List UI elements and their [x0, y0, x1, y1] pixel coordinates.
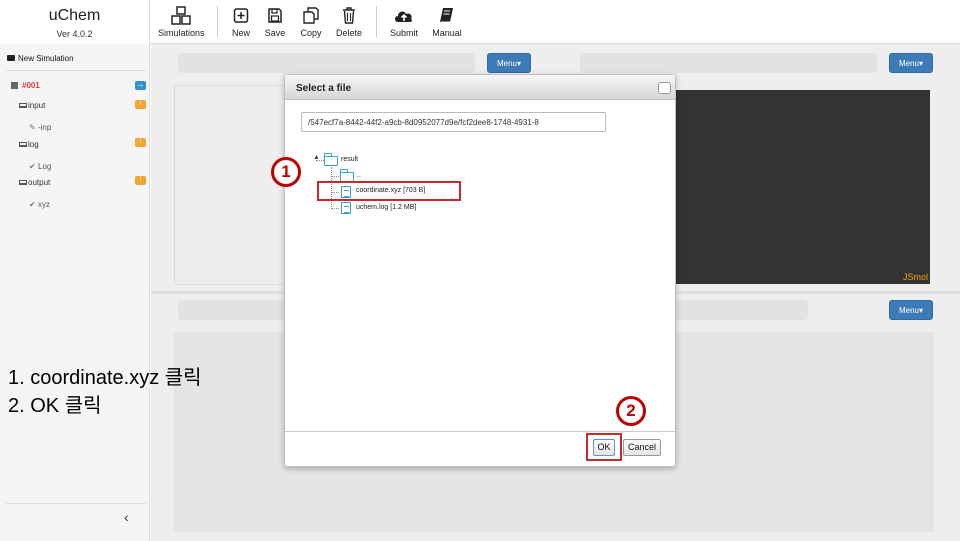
delete-label: Delete — [335, 28, 362, 38]
new-simulation-link[interactable]: New Simulation — [7, 54, 74, 63]
file-icon — [341, 202, 351, 214]
output-label: output — [28, 178, 51, 187]
toolbar: Simulations New Save Copy Delete Submit … — [150, 0, 960, 44]
step2-marker: 2 — [616, 396, 646, 426]
folder-icon — [7, 55, 15, 61]
tree-connector — [331, 176, 339, 177]
laptop-icon — [19, 180, 27, 185]
editor-pane — [174, 85, 286, 285]
save-label: Save — [264, 28, 286, 38]
simulation-id: #001 — [22, 81, 40, 90]
copy-icon — [303, 7, 319, 24]
delete-button[interactable]: Delete — [335, 6, 363, 38]
sidebar-item-output[interactable]: output — [19, 178, 50, 187]
tree-subfolder[interactable]: .. — [357, 172, 361, 179]
simulations-label: Simulations — [158, 28, 205, 38]
tree-connector — [316, 160, 324, 161]
copy-button[interactable]: Copy — [298, 6, 324, 38]
file-tree: ▲ result .. coordinate.xyz [703 B] uchem… — [285, 145, 675, 345]
new-simulation-label: New Simulation — [18, 54, 74, 63]
open-simulation-badge[interactable]: → — [135, 81, 146, 90]
step1-marker: 1 — [271, 157, 301, 187]
sidebar-item-input[interactable]: input — [19, 101, 45, 110]
check-icon: ✔ — [29, 162, 36, 171]
laptop-icon — [19, 103, 27, 108]
top-left-menu-button[interactable]: Menu▾ — [487, 53, 531, 73]
output-warning-badge: ! — [135, 176, 146, 185]
sidebar: New Simulation #001 → input ! ✎ -inp log… — [0, 44, 150, 541]
bottom-menu-button[interactable]: Menu▾ — [889, 300, 933, 320]
highlight-ok-button — [586, 433, 622, 461]
floppy-icon — [268, 8, 282, 23]
sidebar-item-log[interactable]: log — [19, 140, 39, 149]
cubes-icon — [171, 6, 191, 25]
trash-icon — [343, 7, 355, 24]
cloud-upload-icon — [395, 11, 413, 22]
brand: uChem Ver 4.0.2 — [0, 0, 150, 44]
sidebar-bottom-divider — [6, 503, 146, 504]
dialog-footer-divider — [285, 431, 675, 432]
sidebar-divider — [6, 70, 146, 71]
jsmol-label: JSmol — [902, 272, 928, 282]
toolbar-separator — [376, 6, 377, 38]
input-file-label: -inp — [37, 123, 52, 132]
top-right-pane-header — [580, 53, 877, 73]
tree-root-folder[interactable]: result — [341, 156, 358, 163]
instruction-step2: 2. OK 클릭 — [8, 395, 102, 417]
sidebar-item-input-file[interactable]: ✎ -inp — [29, 123, 51, 132]
folder-icon — [324, 153, 338, 166]
log-file-label: Log — [37, 162, 52, 171]
file-path-input[interactable] — [301, 112, 606, 132]
copy-label: Copy — [300, 28, 322, 38]
sidebar-item-simulation[interactable]: #001 — [11, 81, 40, 90]
instruction-step1: 1. coordinate.xyz 클릭 — [8, 367, 202, 389]
edit-icon: ✎ — [29, 123, 36, 132]
save-button[interactable]: Save — [263, 6, 287, 38]
log-warning-badge: ! — [135, 138, 146, 147]
collapse-sidebar-icon[interactable]: ‹ — [124, 509, 129, 525]
new-label: New — [231, 28, 250, 38]
jsmol-viewer[interactable]: JSmol — [676, 90, 930, 284]
instructions: 1. coordinate.xyz 클릭 2. OK 클릭 — [8, 364, 202, 420]
top-left-pane-header — [178, 53, 475, 73]
new-button[interactable]: New — [230, 6, 252, 38]
tree-file-log[interactable]: uchem.log [1.2 MB] — [356, 204, 416, 211]
submit-label: Submit — [389, 28, 418, 38]
manual-label: Manual — [432, 28, 462, 38]
manual-button[interactable]: Manual — [431, 6, 463, 38]
app-root: uChem Ver 4.0.2 Simulations New Save Cop… — [0, 0, 960, 541]
sidebar-item-log-file[interactable]: ✔ Log — [29, 162, 51, 171]
simulation-icon — [11, 82, 18, 89]
dialog-header: Select a file — [285, 75, 675, 100]
app-version: Ver 4.0.2 — [56, 29, 93, 39]
plus-box-icon — [233, 8, 249, 23]
highlight-coordinate-file — [317, 181, 461, 201]
check-icon: ✔ — [29, 200, 36, 209]
log-label: log — [28, 140, 39, 149]
book-icon — [440, 8, 453, 23]
cancel-button[interactable]: Cancel — [623, 439, 661, 456]
tree-connector — [331, 208, 339, 209]
app-title: uChem — [48, 7, 101, 24]
laptop-icon — [19, 142, 27, 147]
top-right-menu-button[interactable]: Menu▾ — [889, 53, 933, 73]
toolbar-separator — [217, 6, 218, 38]
output-file-label: xyz — [37, 200, 50, 209]
submit-button[interactable]: Submit — [389, 6, 419, 38]
dialog-title: Select a file — [296, 83, 352, 94]
input-label: input — [28, 101, 46, 110]
input-warning-badge: ! — [135, 100, 146, 109]
sidebar-item-output-file[interactable]: ✔ xyz — [29, 200, 50, 209]
dialog-close-button[interactable] — [658, 82, 671, 94]
simulations-button[interactable]: Simulations — [158, 6, 205, 38]
